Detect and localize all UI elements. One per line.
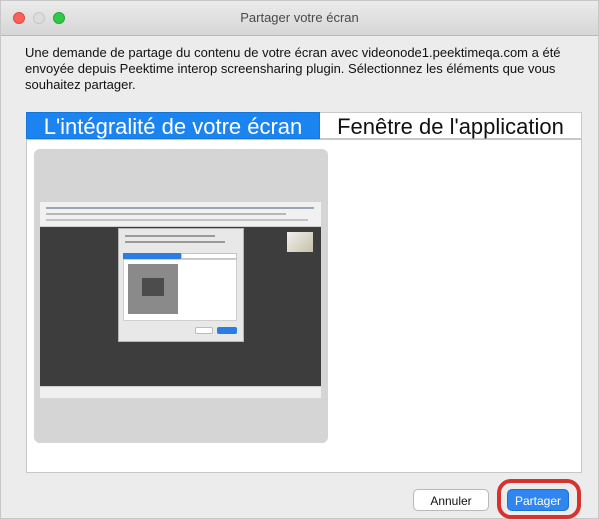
thumbnail-tabstrip — [46, 207, 314, 209]
thumbnail-mini-text — [125, 235, 215, 237]
screen-thumbnail-image — [40, 202, 321, 398]
thumbnail-status-bar — [40, 386, 321, 398]
thumbnail-bookmarks-bar — [46, 219, 308, 221]
tab-entire-screen[interactable]: L'intégralité de votre écran — [26, 112, 320, 139]
thumbnail-mini-share — [217, 327, 237, 334]
source-list-panel — [26, 139, 582, 473]
cancel-button[interactable]: Annuler — [413, 489, 489, 511]
share-request-message: Une demande de partage du contenu de vot… — [25, 45, 561, 92]
thumbnail-browser-bar — [40, 202, 321, 227]
thumbnail-mini-thumb-inner — [142, 278, 164, 296]
share-button-highlight — [497, 479, 581, 519]
tab-application-window[interactable]: Fenêtre de l'application — [320, 112, 582, 139]
window-title: Partager votre écran — [240, 10, 359, 25]
source-tabs: L'intégralité de votre écran Fenêtre de … — [26, 112, 582, 139]
thumbnail-address-bar — [46, 213, 286, 215]
share-screen-dialog: Partager votre écran Une demande de part… — [0, 0, 599, 519]
thumbnail-mini-dialog — [118, 228, 244, 342]
title-bar: Partager votre écran — [1, 1, 598, 36]
thumbnail-mini-panel — [123, 259, 237, 321]
thumbnail-mini-cancel — [195, 327, 213, 334]
thumbnail-mini-thumb — [128, 264, 178, 314]
thumbnail-mini-text — [125, 241, 225, 243]
thumbnail-side-widget — [287, 232, 313, 252]
screen-thumbnail-card[interactable] — [34, 149, 328, 443]
